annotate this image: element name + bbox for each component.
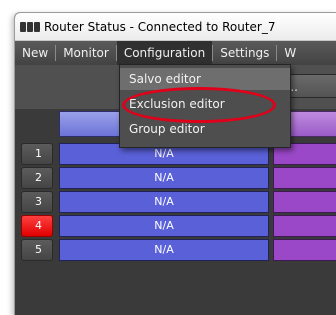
- title-bar[interactable]: Router Status - Connected to Router_7: [15, 13, 336, 41]
- menu-configuration[interactable]: Configuration: [116, 41, 213, 65]
- menu-settings[interactable]: Settings: [213, 41, 276, 65]
- row-number-button-alert[interactable]: 4: [21, 215, 53, 237]
- grid-cell[interactable]: N/A: [59, 191, 269, 213]
- menu-monitor[interactable]: Monitor: [56, 41, 116, 65]
- table-row: 2 N/A: [15, 167, 336, 189]
- grid-cell[interactable]: N/A: [59, 215, 269, 237]
- app-window: Router Status - Connected to Router_7 Ne…: [14, 12, 336, 315]
- menu-new[interactable]: New: [15, 41, 55, 65]
- table-row: 3 N/A: [15, 191, 336, 213]
- grid-cell-purple[interactable]: [273, 239, 336, 261]
- menu-bar: New Monitor Configuration Settings W: [15, 41, 336, 65]
- row-number-button[interactable]: 5: [21, 239, 53, 261]
- menu-item-salvo-editor[interactable]: Salvo editor: [120, 68, 290, 90]
- header-corner: [15, 111, 55, 137]
- menu-window[interactable]: W: [277, 41, 303, 65]
- window-title: Router Status - Connected to Router_7: [44, 19, 276, 34]
- grid-cell-purple[interactable]: [273, 191, 336, 213]
- grid-cell[interactable]: N/A: [59, 167, 269, 189]
- menu-item-group-editor[interactable]: Group editor: [120, 118, 290, 140]
- table-row: 4 N/A: [15, 215, 336, 237]
- configuration-dropdown-menu: Salvo editor Exclusion editor Group edit…: [119, 64, 291, 148]
- grid-cell-purple[interactable]: [273, 215, 336, 237]
- row-number-button[interactable]: 3: [21, 191, 53, 213]
- table-row: 5 N/A: [15, 239, 336, 261]
- menu-item-exclusion-editor[interactable]: Exclusion editor: [120, 93, 290, 115]
- row-number-button[interactable]: 1: [21, 143, 53, 165]
- grid-cell[interactable]: N/A: [59, 239, 269, 261]
- router-app-icon: [20, 20, 40, 34]
- grid-cell-purple[interactable]: [273, 167, 336, 189]
- row-number-button[interactable]: 2: [21, 167, 53, 189]
